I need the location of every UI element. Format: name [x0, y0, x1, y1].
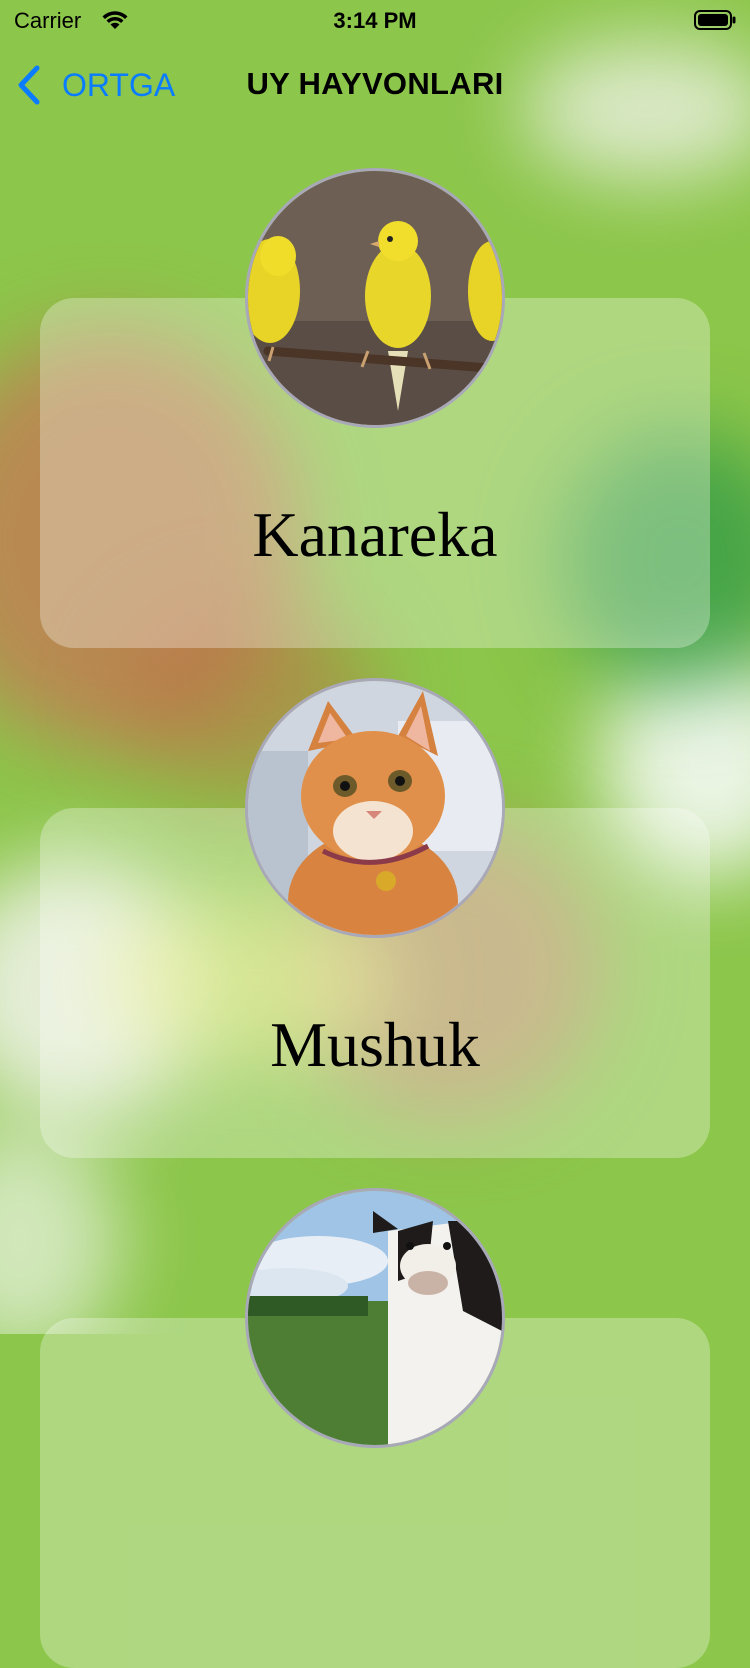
- clock: 3:14 PM: [333, 8, 417, 33]
- animal-name: Mushuk: [270, 1009, 480, 1080]
- canary-photo-icon[interactable]: [245, 168, 505, 428]
- cow-photo-icon[interactable]: [245, 1188, 505, 1448]
- cat-photo-icon[interactable]: [245, 678, 505, 938]
- animal-name: Kanareka: [252, 499, 498, 570]
- status-bar: Carrier 3:14 PM: [0, 0, 750, 40]
- battery-icon: [694, 10, 736, 30]
- navigation-bar: ORTGA UY HAYVONLARI: [0, 50, 750, 120]
- page-title: UY HAYVONLARI: [246, 66, 504, 101]
